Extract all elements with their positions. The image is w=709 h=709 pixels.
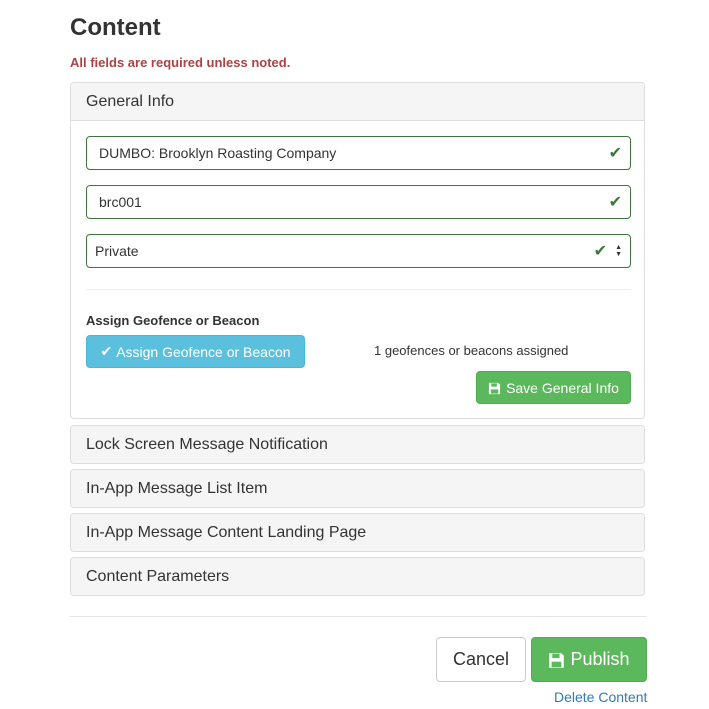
cancel-button[interactable]: Cancel: [436, 637, 526, 682]
content-code-input[interactable]: [87, 186, 609, 218]
floppy-disk-icon: [488, 380, 501, 396]
assign-geofence-label: Assign Geofence or Beacon: [86, 313, 260, 328]
floppy-disk-icon: [548, 649, 565, 670]
visibility-selected-value: Private: [95, 243, 139, 259]
delete-content-link[interactable]: Delete Content: [554, 689, 647, 705]
save-general-info-button[interactable]: Save General Info: [476, 371, 631, 404]
section-divider: [86, 289, 631, 290]
content-parameters-title: Content Parameters: [86, 567, 230, 585]
lock-screen-title: Lock Screen Message Notification: [86, 435, 328, 453]
general-info-panel: General Info ✔ ✔ Private ✔ ▲▼ Assign Geo…: [70, 82, 645, 419]
required-fields-note: All fields are required unless noted.: [70, 55, 291, 70]
content-name-input[interactable]: [87, 137, 609, 169]
checkmark-icon: ✔: [608, 145, 622, 162]
checkmark-icon: ✔: [100, 343, 113, 359]
content-code-field[interactable]: ✔: [86, 185, 631, 219]
assign-geofence-button[interactable]: ✔ Assign Geofence or Beacon: [86, 335, 305, 368]
assign-geofence-button-label: Assign Geofence or Beacon: [116, 343, 291, 360]
lock-screen-heading[interactable]: Lock Screen Message Notification: [71, 426, 644, 463]
select-arrows-icon: ▲ ▼: [615, 244, 622, 258]
lock-screen-panel[interactable]: Lock Screen Message Notification: [70, 425, 645, 464]
content-parameters-panel[interactable]: Content Parameters: [70, 557, 645, 596]
page-title: Content: [70, 14, 161, 41]
save-general-info-label: Save General Info: [506, 379, 619, 396]
checkmark-icon: ✔: [608, 194, 622, 211]
visibility-select[interactable]: Private ✔ ▲ ▼: [86, 234, 631, 268]
content-name-field[interactable]: ✔: [86, 136, 631, 170]
publish-button[interactable]: Publish: [531, 637, 647, 682]
assigned-count-text: 1 geofences or beacons assigned: [374, 343, 569, 358]
landing-page-panel[interactable]: In-App Message Content Landing Page: [70, 513, 645, 552]
in-app-list-item-heading[interactable]: In-App Message List Item: [71, 470, 644, 507]
general-info-title: General Info: [86, 92, 175, 110]
landing-page-title: In-App Message Content Landing Page: [86, 523, 367, 541]
in-app-list-item-panel[interactable]: In-App Message List Item: [70, 469, 645, 508]
in-app-list-item-title: In-App Message List Item: [86, 479, 268, 497]
footer-divider: [70, 616, 647, 617]
content-parameters-heading[interactable]: Content Parameters: [71, 558, 644, 595]
general-info-heading[interactable]: General Info: [71, 83, 644, 121]
landing-page-heading[interactable]: In-App Message Content Landing Page: [71, 514, 644, 551]
checkmark-icon: ✔: [593, 243, 608, 260]
publish-label: Publish: [570, 649, 630, 669]
